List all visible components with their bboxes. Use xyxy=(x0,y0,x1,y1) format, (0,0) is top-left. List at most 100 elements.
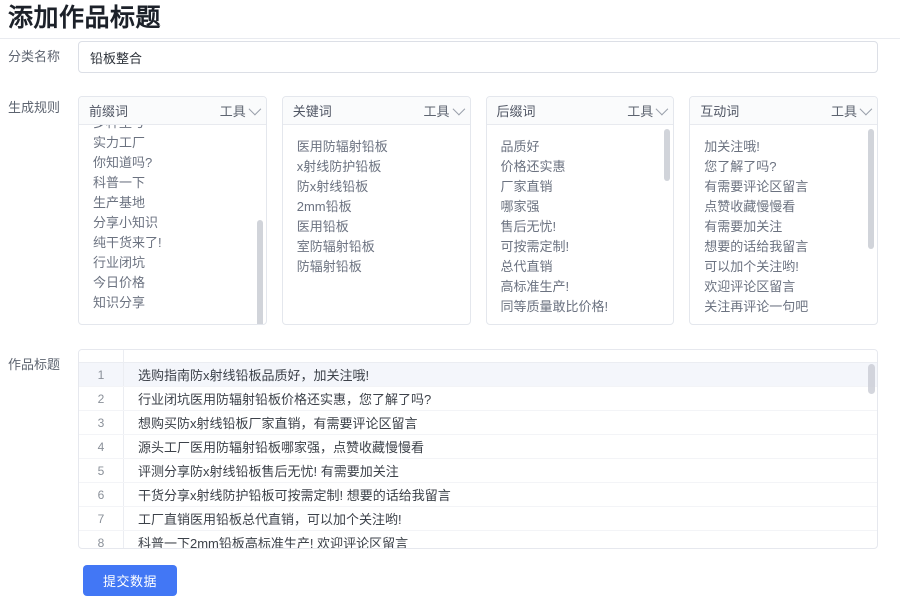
rule-panel-item[interactable]: 2mm铅板 xyxy=(283,197,470,217)
titles-table-header xyxy=(79,350,877,363)
rule-panel-item[interactable]: 点赞收藏慢慢看 xyxy=(690,197,877,217)
rule-panel-item[interactable]: 行业闭坑 xyxy=(79,253,266,273)
rule-panel-item[interactable]: 您了解了吗? xyxy=(690,157,877,177)
rule-panel-item[interactable]: 医用铅板 xyxy=(283,217,470,237)
rule-panel-list: 多种型号实力工厂你知道吗?科普一下生产基地分享小知识纯干货来了!行业闭坑今日价格… xyxy=(79,125,266,317)
rule-panel-item[interactable]: 今日价格 xyxy=(79,273,266,293)
table-row-title: 工厂直销医用铅板总代直销，可以加个关注哟! xyxy=(138,512,402,527)
titles-table-scroll-area[interactable]: 1 选购指南防x射线铅板品质好，加关注哦! 2 行业闭坑医用防辐射铅板价格还实惠，您了… xyxy=(79,363,877,549)
rule-panel-list-area[interactable]: 医用防辐射铅板 x射线防护铅板 防x射线铅板 2mm铅板 医用铅板 室防辐射铅板 防辐射铅板 xyxy=(283,125,470,324)
rule-panel-item[interactable]: 室防辐射铅板 xyxy=(283,237,470,257)
rule-panel-item[interactable]: 防x射线铅板 xyxy=(283,177,470,197)
table-row-index: 2 xyxy=(79,387,124,410)
rule-panel-item[interactable]: 可以加个关注哟! xyxy=(690,257,877,277)
rule-panel-item[interactable]: 哪家强 xyxy=(487,197,674,217)
rule-panel-item[interactable]: 生产基地 xyxy=(79,193,266,213)
rule-panel-item[interactable]: 售后无忧! xyxy=(487,217,674,237)
rule-panel-list-area[interactable]: 多种型号实力工厂你知道吗?科普一下生产基地分享小知识纯干货来了!行业闭坑今日价格… xyxy=(79,125,266,324)
table-row[interactable]: 6 干货分享x射线防护铅板可按需定制! 想要的话给我留言 xyxy=(79,483,877,507)
rule-panel-item[interactable]: 有需要加关注 xyxy=(690,217,877,237)
table-row-index: 1 xyxy=(79,363,124,386)
rule-panel-item[interactable]: 关注再评论一句吧 xyxy=(690,297,877,317)
rule-panel-item[interactable]: 可按需定制! xyxy=(487,237,674,257)
generation-rules-label: 生成规则 xyxy=(8,100,61,115)
table-row[interactable]: 4 源头工厂医用防辐射铅板哪家强，点赞收藏慢慢看 xyxy=(79,435,877,459)
table-row-title: 想购买防x射线铅板厂家直销，有需要评论区留言 xyxy=(138,416,418,431)
rule-panel-scrollbar[interactable] xyxy=(256,220,263,324)
submit-data-button[interactable]: 提交数据 xyxy=(83,565,177,596)
title-divider xyxy=(0,38,900,39)
category-name-label: 分类名称 xyxy=(8,49,61,64)
category-name-input[interactable] xyxy=(78,41,878,73)
rule-panel-item[interactable]: 总代直销 xyxy=(487,257,674,277)
rule-panel-header: 后缀词 工具 xyxy=(486,97,674,125)
rule-panel-tool-dropdown[interactable]: 工具 xyxy=(423,101,465,120)
table-row-title: 行业闭坑医用防辐射铅板价格还实惠，您了解了吗? xyxy=(138,392,432,407)
rule-panel-item[interactable]: 实力工厂 xyxy=(79,133,266,153)
table-row-title: 选购指南防x射线铅板品质好，加关注哦! xyxy=(138,368,370,383)
rule-panel: 互动词 工具加关注哦! 您了解了吗? 有需要评论区留言 点赞收藏慢慢看 有需要加关注 想要的… xyxy=(689,96,878,325)
chevron-down-icon xyxy=(452,102,465,116)
rule-panel-list: 加关注哦! 您了解了吗? 有需要评论区留言 点赞收藏慢慢看 有需要加关注 想要的话给我留言… xyxy=(690,133,877,321)
rule-panel-item[interactable]: 医用防辐射铅板 xyxy=(283,137,470,157)
rule-panel-tool-label: 工具 xyxy=(219,104,246,119)
rule-panel-header: 关键词 工具 xyxy=(282,97,470,125)
rule-panel-item[interactable]: 品质好 xyxy=(487,137,674,157)
rule-panel-item[interactable]: 欢迎评论区留言 xyxy=(690,277,877,297)
rule-panel: 后缀词 工具品质好 价格还实惠 厂家直销 哪家强 售后无忧! 可按需定制! 总代直销 高标准生产… xyxy=(485,96,675,325)
rule-panel-title: 前缀词 xyxy=(89,104,129,119)
table-row-title: 干货分享x射线防护铅板可按需定制! 想要的话给我留言 xyxy=(138,488,451,503)
titles-header-text-cell xyxy=(124,350,877,362)
table-row-index: 3 xyxy=(79,411,124,434)
rule-panel-scrollbar[interactable] xyxy=(664,129,671,181)
rule-panel-item[interactable]: 纯干货来了! xyxy=(79,233,266,253)
rule-panel-list-area[interactable]: 加关注哦! 您了解了吗? 有需要评论区留言 点赞收藏慢慢看 有需要加关注 想要的话给我留言… xyxy=(690,125,877,324)
rule-panel-item[interactable]: 有需要评论区留言 xyxy=(690,177,877,197)
table-row-title: 科普一下2mm铅板高标准生产! 欢迎评论区留言 xyxy=(138,536,409,549)
table-row[interactable]: 7 工厂直销医用铅板总代直销，可以加个关注哟! xyxy=(79,507,877,531)
table-row[interactable]: 2 行业闭坑医用防辐射铅板价格还实惠，您了解了吗? xyxy=(79,387,877,411)
table-row-index: 7 xyxy=(79,507,124,530)
titles-table-scrollbar[interactable] xyxy=(868,364,875,394)
rule-panel-item[interactable]: 知识分享 xyxy=(79,293,266,313)
rule-panel: 关键词 工具医用防辐射铅板 x射线防护铅板 防x射线铅板 2mm铅板 医用铅板 室防辐射铅板… xyxy=(281,96,471,325)
rule-panel-tool-dropdown[interactable]: 工具 xyxy=(830,101,873,120)
rule-panel-title: 后缀词 xyxy=(496,104,536,119)
rule-panels: 前缀词 工具多种型号实力工厂你知道吗?科普一下生产基地分享小知识纯干货来了!行业闭… xyxy=(78,96,878,325)
table-row[interactable]: 1 选购指南防x射线铅板品质好，加关注哦! xyxy=(79,363,877,387)
rule-panel: 前缀词 工具多种型号实力工厂你知道吗?科普一下生产基地分享小知识纯干货来了!行业闭… xyxy=(78,96,267,325)
rule-panel-item[interactable]: x射线防护铅板 xyxy=(283,157,470,177)
rule-panel-item[interactable]: 价格还实惠 xyxy=(487,157,674,177)
rule-panel-item[interactable]: 防辐射铅板 xyxy=(283,257,470,277)
rule-panel-item[interactable]: 想要的话给我留言 xyxy=(690,237,877,257)
table-row[interactable]: 3 想购买防x射线铅板厂家直销，有需要评论区留言 xyxy=(79,411,877,435)
titles-header-index-cell xyxy=(79,350,124,362)
rule-panel-tool-label: 工具 xyxy=(627,104,654,119)
table-row[interactable]: 5 评测分享防x射线铅板售后无忧! 有需要加关注 xyxy=(79,459,877,483)
rule-panel-title: 关键词 xyxy=(292,104,332,119)
table-row[interactable]: 8 科普一下2mm铅板高标准生产! 欢迎评论区留言 xyxy=(79,531,877,549)
rule-panel-item[interactable]: 多种型号 xyxy=(79,125,266,133)
rule-panel-list: 品质好 价格还实惠 厂家直销 哪家强 售后无忧! 可按需定制! 总代直销 高标准生产! 同等质量… xyxy=(487,133,674,321)
rule-panel-tool-label: 工具 xyxy=(830,104,857,119)
table-row-title: 源头工厂医用防辐射铅板哪家强，点赞收藏慢慢看 xyxy=(138,440,425,455)
rule-panel-header: 前缀词 工具 xyxy=(79,97,266,125)
rule-panel-item[interactable]: 厂家直销 xyxy=(487,177,674,197)
rule-panel-header: 互动词 工具 xyxy=(690,97,877,125)
rule-panel-scrollbar[interactable] xyxy=(868,129,874,249)
page-title: 添加作品标题 xyxy=(8,4,162,32)
rule-panel-tool-dropdown[interactable]: 工具 xyxy=(219,101,262,120)
rule-panel-tool-dropdown[interactable]: 工具 xyxy=(627,101,669,120)
table-row-index: 8 xyxy=(79,531,124,548)
rule-panel-item[interactable]: 分享小知识 xyxy=(79,213,266,233)
rule-panel-item[interactable]: 加关注哦! xyxy=(690,137,877,157)
rule-panel-item[interactable]: 同等质量敢比价格! xyxy=(487,297,674,317)
work-titles-label: 作品标题 xyxy=(8,357,61,372)
table-row-index: 4 xyxy=(79,435,124,458)
rule-panel-list-area[interactable]: 品质好 价格还实惠 厂家直销 哪家强 售后无忧! 可按需定制! 总代直销 高标准生产! 同等质量… xyxy=(487,125,674,324)
rule-panel-item[interactable]: 你知道吗? xyxy=(79,153,266,173)
rule-panel-item[interactable]: 高标准生产! xyxy=(487,277,674,297)
table-row-title: 评测分享防x射线铅板售后无忧! 有需要加关注 xyxy=(138,464,399,479)
rule-panel-item[interactable]: 科普一下 xyxy=(79,173,266,193)
chevron-down-icon xyxy=(655,102,669,116)
